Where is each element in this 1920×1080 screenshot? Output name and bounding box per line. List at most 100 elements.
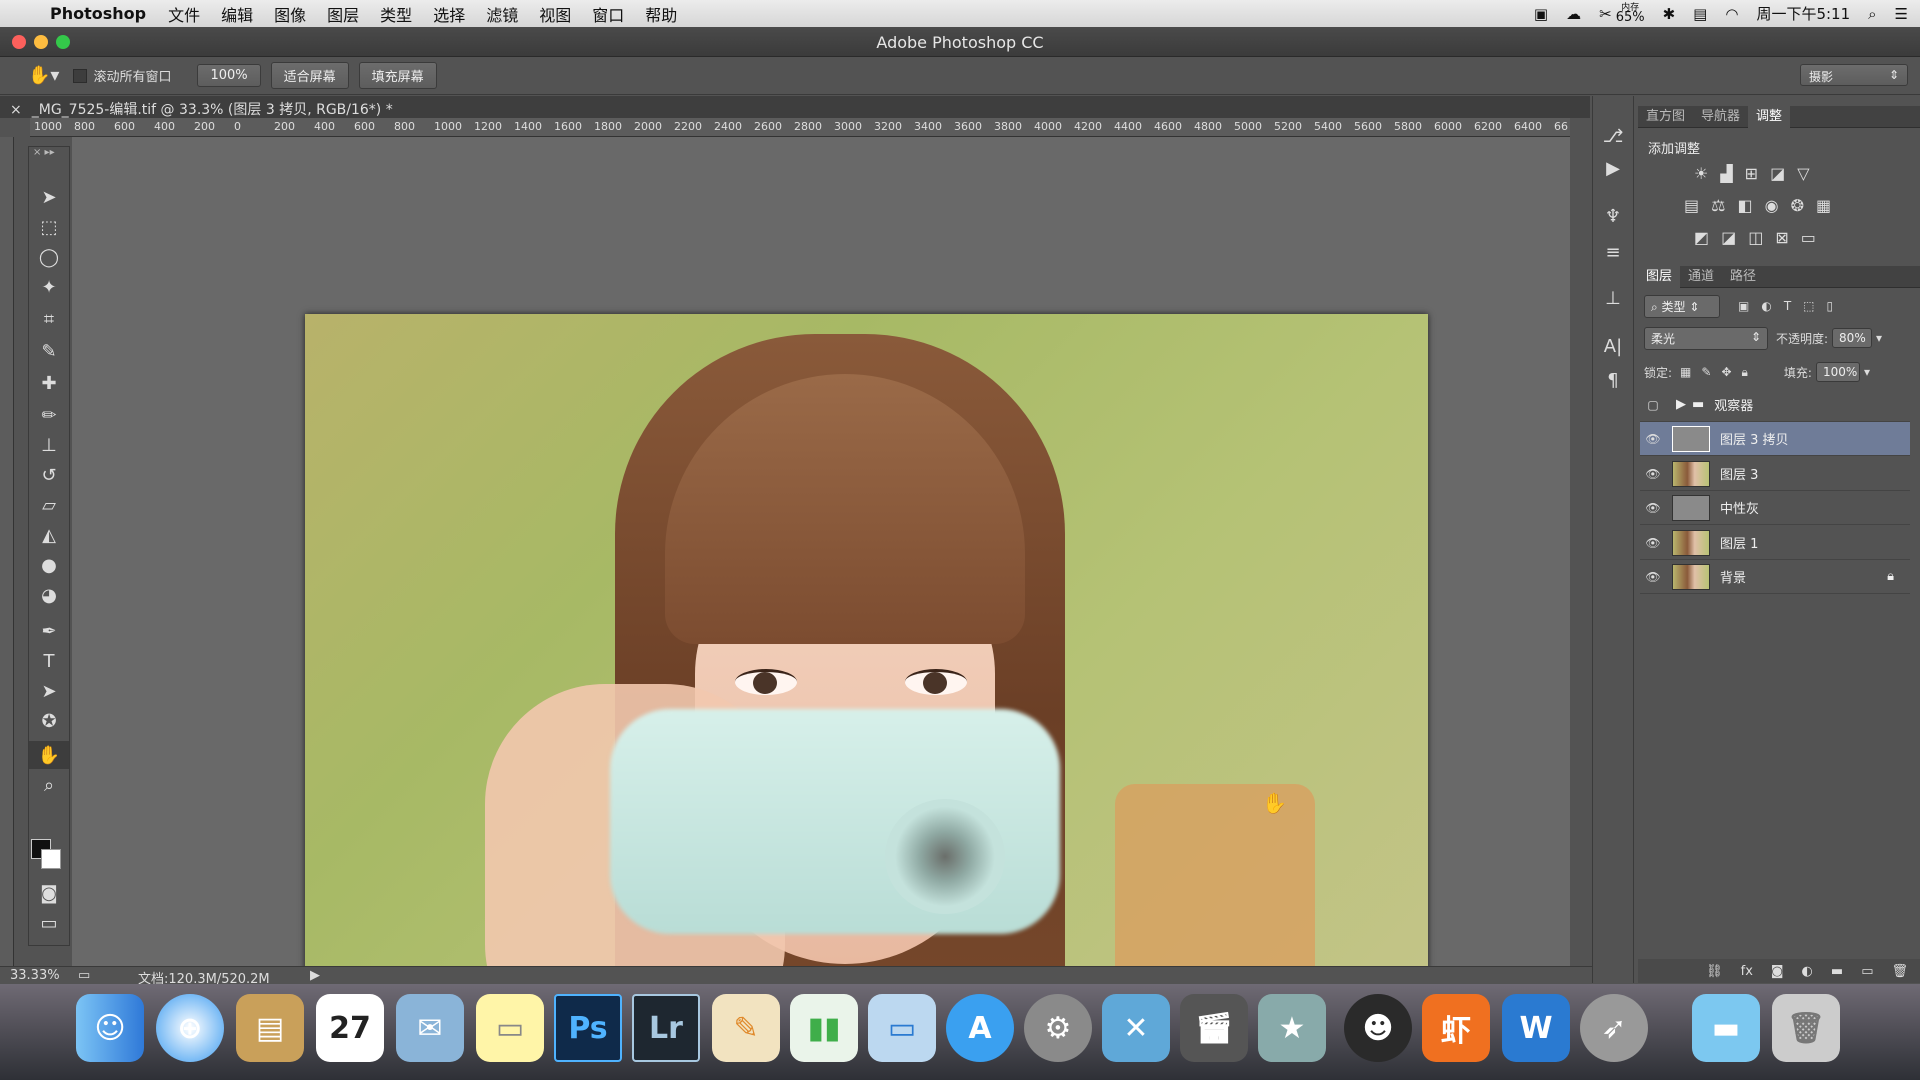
brush-tool-icon[interactable]: ✏	[29, 401, 69, 429]
blend-mode-select[interactable]: 柔光 ⇕	[1644, 326, 1768, 350]
layer-filter-select[interactable]: ⌕ 类型 ⇕	[1644, 294, 1720, 318]
type-tool-icon[interactable]: T	[29, 647, 69, 675]
color-balance-icon[interactable]: ⚖	[1711, 196, 1725, 215]
fit-screen-button[interactable]: 适合屏幕	[270, 62, 349, 89]
lock-transparent-icon[interactable]: ▦	[1680, 365, 1691, 379]
word-icon[interactable]: W	[1502, 994, 1570, 1062]
horizontal-ruler[interactable]: 1000 800 600 400 200 0 200 400 600 800 1000 1200 140…	[30, 118, 1570, 137]
selective-color-icon[interactable]: ⊠	[1775, 228, 1788, 247]
finder-icon[interactable]: ☺	[76, 994, 144, 1062]
tab-layers[interactable]: 图层	[1638, 265, 1681, 288]
eyedropper-tool-icon[interactable]: ✎	[29, 337, 69, 365]
fill-input[interactable]: 100%	[1815, 362, 1860, 382]
eraser-tool-icon[interactable]: ▱	[29, 491, 69, 519]
properties-panel-icon[interactable]: ≡	[1593, 242, 1633, 263]
paragraph-panel-icon[interactable]: ¶	[1593, 370, 1633, 391]
wifi-icon[interactable]: ◠	[1725, 5, 1738, 23]
menu-edit[interactable]: 编辑	[221, 2, 253, 26]
notes-icon[interactable]: ▭	[476, 994, 544, 1062]
screen-mode-icon[interactable]: ▭	[29, 909, 69, 937]
curves-icon[interactable]: ⊞	[1745, 164, 1758, 183]
photo-filter-icon[interactable]: ◉	[1765, 196, 1779, 215]
lightroom-icon[interactable]: Lr	[632, 994, 700, 1062]
threshold-icon[interactable]: ◫	[1748, 228, 1763, 247]
pages-icon[interactable]: ✎	[712, 994, 780, 1062]
magic-wand-tool-icon[interactable]: ✦	[29, 273, 69, 301]
actions-panel-icon[interactable]: ▶	[1593, 158, 1633, 179]
filter-smart-object-icon[interactable]: ▯	[1827, 299, 1834, 313]
group-expand-icon[interactable]: ▶	[1676, 397, 1686, 412]
eye-icon[interactable]: 👁︎	[1640, 467, 1666, 481]
layer-style-icon[interactable]: fx	[1741, 964, 1753, 979]
launchpad-icon[interactable]: ➶	[1580, 994, 1648, 1062]
visibility-toggle-empty[interactable]: ▢	[1640, 398, 1666, 412]
fill-dropdown-icon[interactable]: ▾	[1864, 365, 1870, 379]
menu-layer[interactable]: 图层	[327, 2, 359, 26]
layer-row-background[interactable]: 👁︎ 背景 🔒︎	[1640, 560, 1910, 594]
photoshop-icon[interactable]: Ps	[554, 994, 622, 1062]
xiami-icon[interactable]: 虾	[1422, 994, 1490, 1062]
qq-icon[interactable]: ☻	[1344, 994, 1412, 1062]
eye-icon[interactable]: 👁︎	[1640, 570, 1666, 584]
filter-adjustment-icon[interactable]: ◐	[1761, 299, 1771, 313]
fill-screen-button[interactable]: 填充屏幕	[358, 62, 437, 89]
tab-adjustments[interactable]: 调整	[1748, 105, 1791, 128]
posterize-icon[interactable]: ◪	[1721, 228, 1736, 247]
trash-icon[interactable]: 🗑︎	[1772, 994, 1840, 1062]
eye-icon[interactable]: 👁︎	[1640, 432, 1666, 446]
status-menu-arrow-icon[interactable]: ▶	[310, 968, 320, 983]
preview-icon[interactable]: ✉	[396, 994, 464, 1062]
zoom-tool-icon[interactable]: ⌕	[29, 771, 69, 799]
layer-row-selected[interactable]: 👁︎ 图层 3 拷贝	[1640, 422, 1910, 456]
memory-indicator[interactable]: ✂ 内存 65%	[1599, 3, 1644, 24]
system-preferences-icon[interactable]: ⚙	[1024, 994, 1092, 1062]
app-menu[interactable]: Photoshop	[50, 4, 146, 23]
menu-view[interactable]: 视图	[539, 2, 571, 26]
brightness-icon[interactable]: ☀	[1694, 164, 1708, 183]
keynote-icon[interactable]: ▭	[868, 994, 936, 1062]
hue-saturation-icon[interactable]: ▤	[1684, 196, 1699, 215]
bluetooth-icon[interactable]: ✱	[1663, 5, 1676, 23]
add-mask-icon[interactable]: ◙	[1771, 964, 1784, 979]
menu-help[interactable]: 帮助	[645, 2, 677, 26]
character-panel-icon[interactable]: A|	[1593, 336, 1633, 357]
paint-bucket-tool-icon[interactable]: ◭	[29, 521, 69, 549]
screen-record-icon[interactable]: ▣	[1534, 5, 1548, 23]
new-group-icon[interactable]: ▬	[1831, 964, 1843, 979]
background-color-swatch[interactable]	[41, 849, 61, 869]
menu-image[interactable]: 图像	[274, 2, 306, 26]
vertical-ruler[interactable]	[0, 137, 14, 967]
dodge-tool-icon[interactable]: ◕	[29, 581, 69, 609]
opacity-dropdown-icon[interactable]: ▾	[1876, 331, 1882, 345]
new-adjustment-layer-icon[interactable]: ◐	[1802, 964, 1813, 979]
gradient-map-icon[interactable]: ▭	[1801, 228, 1816, 247]
spotlight-icon[interactable]: ⌕	[1868, 5, 1876, 23]
healing-brush-tool-icon[interactable]: ✚	[29, 369, 69, 397]
tab-navigator[interactable]: 导航器	[1693, 106, 1748, 128]
downloads-folder-icon[interactable]: ▬	[1692, 994, 1760, 1062]
tools-panel-header[interactable]: × ▸▸	[29, 147, 69, 161]
delete-layer-icon[interactable]: 🗑︎	[1891, 964, 1908, 979]
imovie-icon[interactable]: ★	[1258, 994, 1326, 1062]
safari-icon[interactable]: ⊕	[156, 994, 224, 1062]
menu-select[interactable]: 选择	[433, 2, 465, 26]
workspace-select[interactable]: 摄影 ⇕	[1800, 64, 1908, 86]
notification-list-icon[interactable]: ☰	[1895, 5, 1908, 23]
flag-icon[interactable]: ▤	[1693, 5, 1707, 23]
lasso-tool-icon[interactable]: ◯	[29, 243, 69, 271]
xcode-icon[interactable]: ✕	[1102, 994, 1170, 1062]
numbers-icon[interactable]: ▮▮	[790, 994, 858, 1062]
eye-icon[interactable]: 👁︎	[1640, 536, 1666, 550]
new-layer-icon[interactable]: ▭	[1861, 964, 1873, 979]
document-photo[interactable]	[305, 314, 1428, 1063]
vibrance-icon[interactable]: ▽	[1797, 164, 1809, 183]
opacity-input[interactable]: 80%	[1832, 328, 1873, 348]
menu-filter[interactable]: 滤镜	[486, 2, 518, 26]
layer-row-group-observer[interactable]: ▢ ▶ ▬ 观察器	[1640, 388, 1910, 422]
zoom-level[interactable]: 33.33%	[10, 968, 60, 983]
channel-mixer-icon[interactable]: ❂	[1791, 196, 1804, 215]
pen-tool-icon[interactable]: ✒	[29, 617, 69, 645]
clone-stamp-tool-icon[interactable]: ⊥	[29, 431, 69, 459]
lock-pixels-icon[interactable]: ✎	[1701, 365, 1711, 379]
history-brush-tool-icon[interactable]: ↺	[29, 461, 69, 489]
